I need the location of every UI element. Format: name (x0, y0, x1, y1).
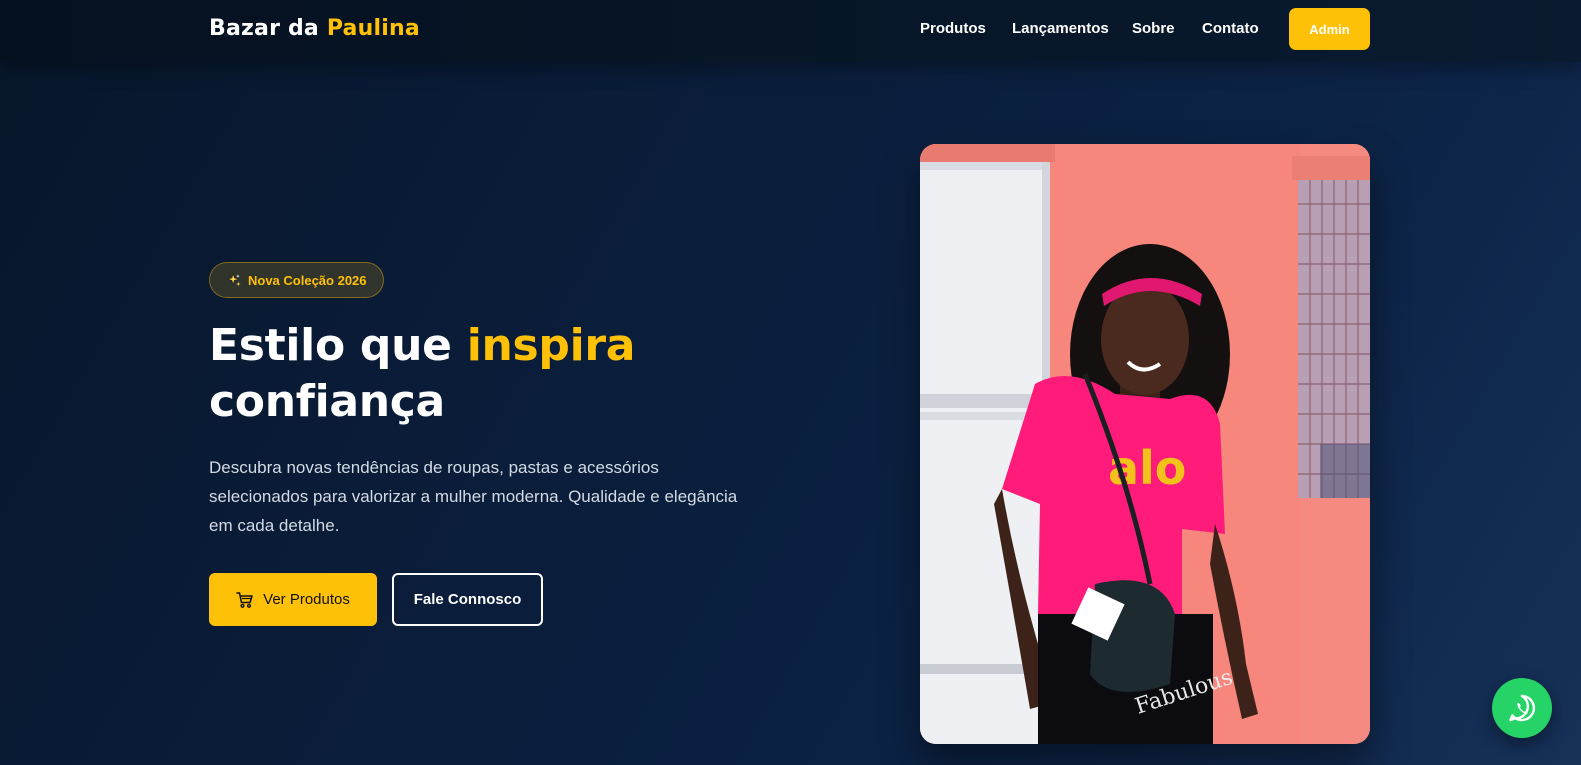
logo-accent: Paulina (326, 16, 420, 41)
logo-prefix: Bazar da (209, 16, 319, 41)
view-products-button[interactable]: Ver Produtos (209, 573, 377, 626)
whatsapp-icon (1509, 694, 1535, 722)
view-products-label: Ver Produtos (263, 591, 350, 608)
whatsapp-button[interactable] (1492, 678, 1552, 738)
hero-title: Estilo que inspira confiança (209, 318, 769, 430)
site-logo[interactable]: Bazar da Paulina (209, 16, 420, 41)
new-collection-badge: Nova Coleção 2026 (209, 262, 384, 298)
cart-icon (236, 591, 253, 608)
hero-title-accent: inspira (466, 320, 636, 371)
nav-link-produtos[interactable]: Produtos (920, 20, 986, 37)
contact-us-button[interactable]: Fale Connosco (392, 573, 543, 626)
badge-label: Nova Coleção 2026 (248, 272, 367, 288)
hero-image: alo Fabulous (920, 144, 1370, 744)
admin-button[interactable]: Admin (1289, 8, 1370, 50)
site-header: Bazar da Paulina Produtos Lançamentos So… (0, 0, 1581, 62)
nav-link-contato[interactable]: Contato (1202, 20, 1259, 37)
nav-link-sobre[interactable]: Sobre (1132, 20, 1175, 37)
hero-title-suffix: confiança (209, 376, 445, 427)
nav-link-lancamentos[interactable]: Lançamentos (1012, 20, 1109, 37)
hero-title-prefix: Estilo que (209, 320, 452, 371)
hero-description: Descubra novas tendências de roupas, pas… (209, 458, 738, 535)
sparkles-icon (227, 273, 241, 287)
